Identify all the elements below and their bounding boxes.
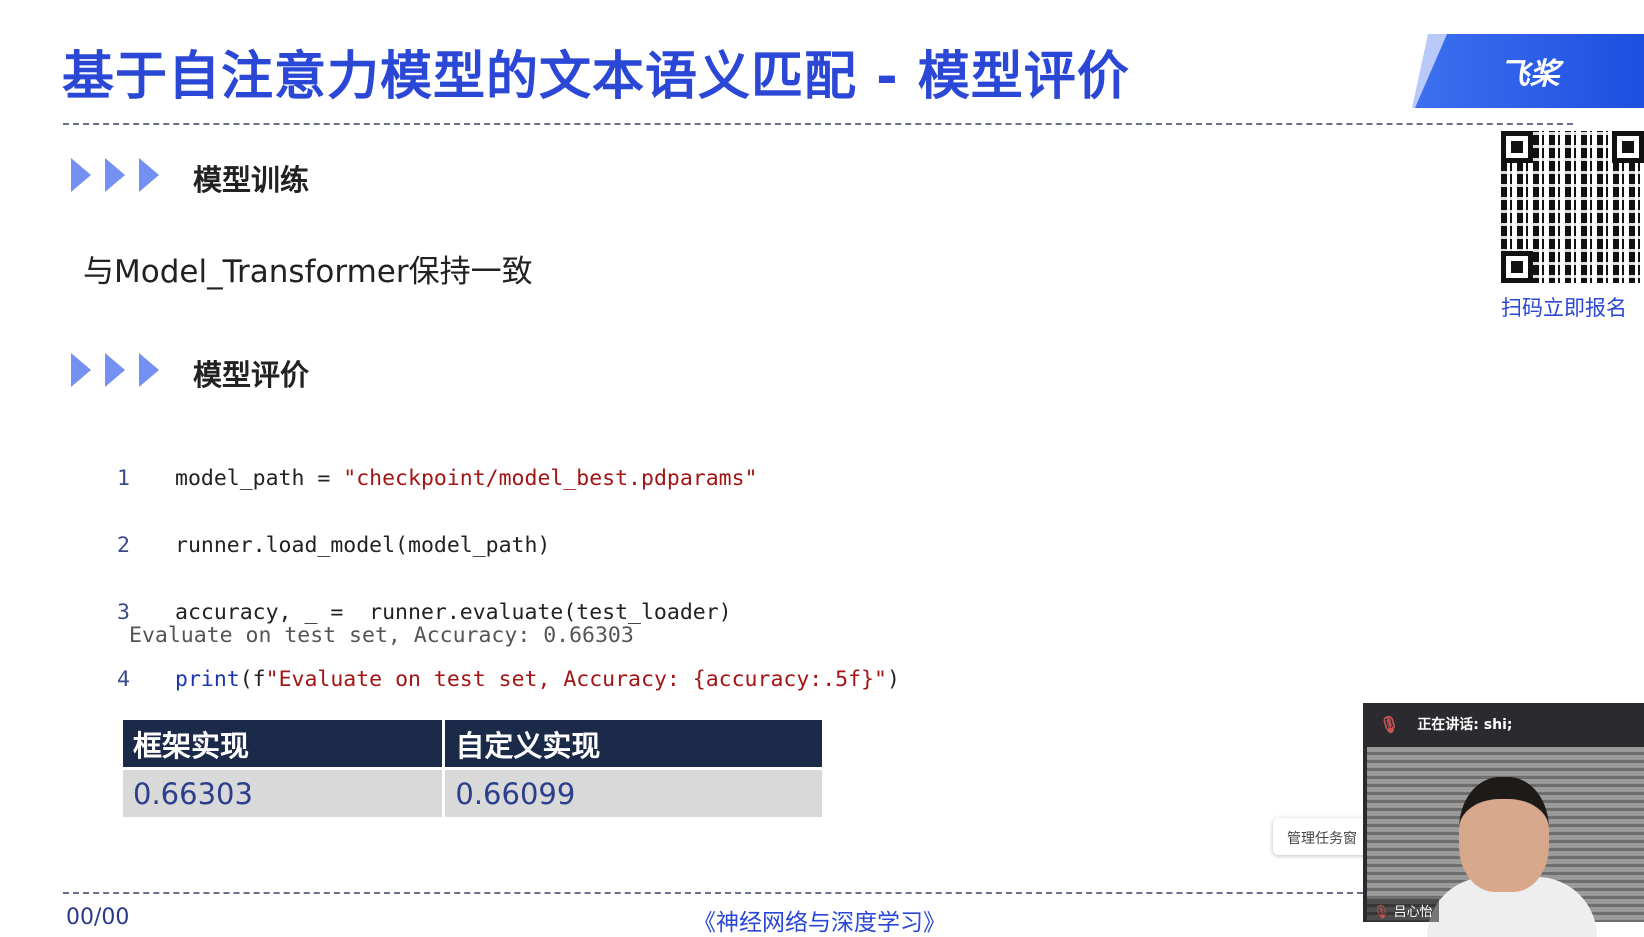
code-line-1: model_path = "checkpoint/model_best.pdpa… bbox=[175, 465, 758, 491]
participant-video: 🎙 吕心怡 bbox=[1367, 747, 1644, 937]
table-cell: 0.66303 bbox=[123, 767, 443, 817]
chevrons-icon bbox=[71, 158, 159, 192]
table-row: 0.66303 0.66099 bbox=[123, 767, 822, 817]
section-heading-evaluation: 模型评价 bbox=[193, 358, 310, 392]
muted-mic-icon: 🎙 bbox=[1373, 905, 1390, 920]
code-block: 1 model_path = "checkpoint/model_best.pdp… bbox=[100, 428, 900, 730]
page-number: 00/00 bbox=[66, 905, 130, 930]
participant-name: 🎙 吕心怡 bbox=[1367, 899, 1439, 922]
table-header: 框架实现 bbox=[123, 720, 443, 767]
code-line-4: print(f"Evaluate on test set, Accuracy: … bbox=[175, 666, 900, 692]
header-divider bbox=[63, 123, 1573, 125]
muted-mic-icon[interactable]: 🎙 bbox=[1379, 715, 1399, 734]
video-header: 🎙 正在讲话: shi; bbox=[1363, 703, 1644, 745]
line-number: 3 bbox=[117, 599, 130, 625]
speaking-label: 正在讲话: shi; bbox=[1417, 717, 1513, 733]
code-line-2: runner.load_model(model_path) bbox=[175, 532, 551, 558]
manage-task-window-tooltip[interactable]: 管理任务窗 bbox=[1273, 818, 1373, 855]
section-heading-training: 模型训练 bbox=[193, 163, 310, 197]
line-number: 1 bbox=[117, 465, 130, 491]
table-header: 自定义实现 bbox=[445, 720, 822, 767]
results-table: 框架实现 自定义实现 0.66303 0.66099 bbox=[120, 720, 825, 817]
chevrons-icon bbox=[71, 353, 159, 387]
footer-divider bbox=[63, 892, 1363, 894]
video-panel[interactable]: 🎙 正在讲话: shi; 🎙 吕心怡 bbox=[1363, 703, 1644, 937]
code-output: Evaluate on test set, Accuracy: 0.66303 bbox=[129, 623, 634, 648]
paddle-logo: 飞桨 bbox=[1415, 34, 1644, 108]
training-note: 与Model_Transformer保持一致 bbox=[83, 254, 533, 290]
table-cell: 0.66099 bbox=[445, 767, 822, 817]
line-number: 2 bbox=[117, 532, 130, 558]
logo-text: 飞桨 bbox=[1499, 57, 1560, 92]
qr-code bbox=[1501, 131, 1644, 283]
footer-book-title: 《神经网络与深度学习》 bbox=[693, 910, 946, 936]
line-number: 4 bbox=[117, 666, 130, 692]
slide-title: 基于自注意力模型的文本语义匹配 - 模型评价 bbox=[62, 47, 1130, 107]
qr-caption: 扫码立即报名 bbox=[1501, 296, 1627, 320]
